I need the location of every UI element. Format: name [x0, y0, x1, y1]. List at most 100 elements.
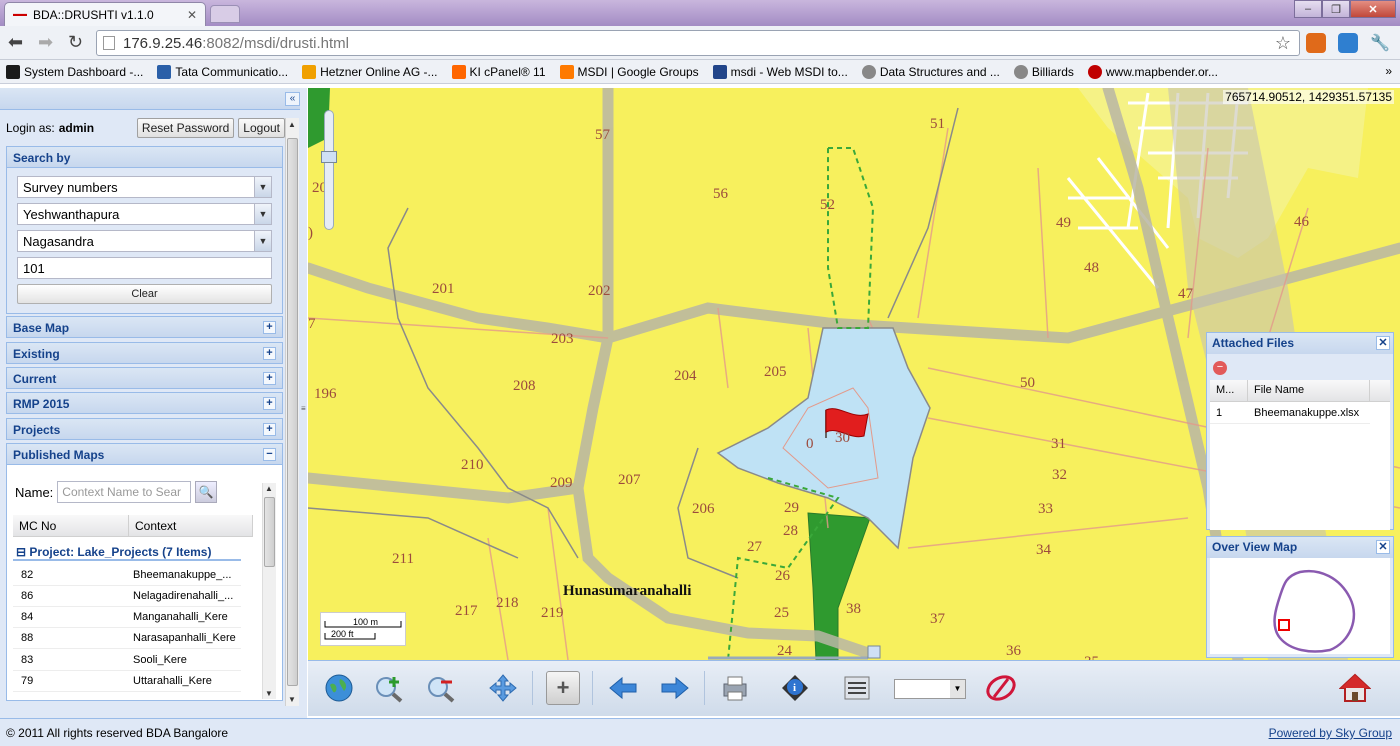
minimize-button[interactable]: –	[1294, 0, 1322, 18]
add-icon[interactable]: +	[546, 671, 580, 705]
clear-button[interactable]: Clear	[17, 284, 272, 304]
close-window-button[interactable]: ✕	[1350, 0, 1396, 18]
search-type-select[interactable]: Survey numbers ▼	[17, 176, 272, 198]
collapse-sidebar-button[interactable]: «	[285, 92, 300, 106]
parcel-label: 219	[541, 605, 564, 621]
bookmark-item[interactable]: Data Structures and ...	[861, 64, 1000, 79]
maximize-button[interactable]: ❐	[1322, 0, 1350, 18]
bookmark-item[interactable]: MSDI | Google Groups	[559, 64, 699, 79]
panel-rmp-2015[interactable]: RMP 2015 +	[6, 392, 283, 414]
browser-navbar: ⬅ ➡ ↻ 176.9.25.46:8082/msdi/drusti.html …	[0, 26, 1400, 60]
scroll-thumb[interactable]	[287, 138, 298, 686]
zoom-slider[interactable]	[321, 110, 337, 230]
chevron-down-icon[interactable]: ▼	[950, 680, 965, 698]
back-icon[interactable]: ⬅	[8, 33, 23, 51]
table-row[interactable]: 84 Manganahalli_Kere	[13, 607, 241, 628]
context-name-input[interactable]: Context Name to Sear	[57, 481, 192, 503]
bookmark-item[interactable]: www.mapbender.or...	[1087, 64, 1218, 79]
expand-icon[interactable]: +	[263, 423, 276, 436]
layer-list-icon[interactable]	[840, 671, 874, 705]
survey-number-input[interactable]: 101	[17, 257, 272, 279]
table-row[interactable]: 82 Bheemanakuppe_...	[13, 565, 241, 586]
grid-scrollbar[interactable]: ▲ ▼	[262, 483, 276, 699]
chevron-down-icon[interactable]: ▼	[254, 204, 271, 224]
sidebar-splitter[interactable]: ≡	[300, 88, 307, 718]
scroll-down-icon[interactable]: ▼	[265, 689, 273, 698]
scroll-up-icon[interactable]: ▲	[265, 484, 273, 493]
table-row[interactable]: 1 Bheemanakuppe.xlsx	[1210, 402, 1370, 424]
zoom-in-icon[interactable]	[372, 671, 406, 705]
browser-tab[interactable]: ▬▬ BDA::DRUSHTI v1.1.0 ✕	[4, 2, 206, 26]
info-icon[interactable]: i	[778, 671, 812, 705]
sidebar-scrollbar[interactable]: ▲ ▼	[285, 118, 299, 706]
globe-full-extent-icon[interactable]	[322, 671, 356, 705]
chevron-down-icon[interactable]: ▼	[254, 231, 271, 251]
expand-icon[interactable]: +	[263, 321, 276, 334]
col-m[interactable]: M...	[1210, 380, 1248, 401]
table-row[interactable]: 83 Sooli_Kere	[13, 650, 241, 671]
bookmark-item[interactable]: msdi - Web MSDI to...	[712, 64, 848, 79]
panel-current[interactable]: Current +	[6, 367, 283, 389]
taluk-select[interactable]: Yeshwanthapura ▼	[17, 203, 272, 225]
attached-files-title: Attached Files	[1212, 336, 1295, 350]
bookmark-item[interactable]: KI cPanel® 11	[451, 64, 546, 79]
col-context[interactable]: Context	[129, 515, 253, 536]
bookmarks-more-button[interactable]: »	[1385, 64, 1392, 78]
bookmark-item[interactable]: Hetzner Online AG -...	[302, 64, 438, 79]
logout-button[interactable]: Logout	[238, 118, 285, 138]
collapse-icon[interactable]: −	[263, 448, 276, 461]
bookmark-item[interactable]: Billiards	[1013, 64, 1074, 79]
parcel-label: 57	[595, 127, 611, 143]
scroll-down-icon[interactable]: ▼	[288, 695, 296, 704]
scroll-thumb[interactable]	[264, 497, 275, 567]
remove-file-icon[interactable]: −	[1213, 361, 1227, 375]
print-icon[interactable]	[718, 671, 752, 705]
parcel-label: 56	[713, 186, 729, 202]
forward-icon[interactable]: ➡	[38, 33, 53, 51]
pan-icon[interactable]	[486, 671, 520, 705]
panel-existing[interactable]: Existing +	[6, 342, 283, 364]
expand-icon[interactable]: +	[263, 397, 276, 410]
tab-close-icon[interactable]: ✕	[187, 8, 197, 22]
reload-icon[interactable]: ↻	[68, 33, 83, 51]
search-panel-header[interactable]: Search by	[6, 146, 283, 168]
previous-extent-icon[interactable]	[606, 671, 640, 705]
bookmark-item[interactable]: System Dashboard -...	[6, 64, 143, 79]
chevron-down-icon[interactable]: ▼	[254, 177, 271, 197]
close-icon[interactable]: ✕	[1376, 336, 1390, 350]
wrench-icon[interactable]: 🔧	[1370, 33, 1390, 53]
extension-icon[interactable]	[1306, 33, 1326, 53]
extension-arrow-icon[interactable]	[1338, 33, 1358, 53]
home-icon[interactable]	[1338, 671, 1372, 705]
col-mc-no[interactable]: MC No	[13, 515, 129, 536]
close-icon[interactable]: ✕	[1376, 540, 1390, 554]
expand-icon[interactable]: +	[263, 372, 276, 385]
parcel-label: 25	[774, 605, 789, 621]
reset-password-button[interactable]: Reset Password	[136, 118, 235, 138]
zoom-slider-handle[interactable]	[321, 151, 337, 163]
next-extent-icon[interactable]	[658, 671, 692, 705]
village-select[interactable]: Nagasandra ▼	[17, 230, 272, 252]
panel-projects[interactable]: Projects +	[6, 418, 283, 440]
table-row[interactable]: 86 Nelagadirenahalli_...	[13, 586, 241, 607]
table-row[interactable]: 79 Uttarahalli_Kere	[13, 671, 241, 692]
group-row[interactable]: ⊟ Project: Lake_Projects (7 Items)	[13, 543, 241, 561]
search-icon[interactable]: 🔍	[195, 481, 218, 503]
panel-base-map[interactable]: Base Map +	[6, 316, 283, 338]
zoom-out-icon[interactable]	[424, 671, 458, 705]
bookmark-item[interactable]: Tata Communicatio...	[157, 64, 288, 79]
scroll-up-icon[interactable]: ▲	[288, 120, 296, 129]
table-row[interactable]: 88 Narasapanhalli_Kere	[13, 628, 241, 649]
page-footer: © 2011 All rights reserved BDA Bangalore…	[0, 718, 1400, 746]
scale-select[interactable]: ▼	[894, 679, 966, 699]
powered-by-link[interactable]: Powered by Sky Group	[1269, 726, 1392, 740]
bookmark-icon	[861, 64, 876, 79]
overview-map[interactable]	[1210, 558, 1390, 654]
col-file-name[interactable]: File Name	[1248, 380, 1370, 401]
new-tab-button[interactable]	[210, 5, 240, 23]
parcel-label: 202	[588, 283, 611, 299]
logo-icon[interactable]	[984, 671, 1018, 705]
bookmark-star-icon[interactable]: ☆	[1275, 33, 1291, 54]
expand-icon[interactable]: +	[263, 347, 276, 360]
address-bar[interactable]: 176.9.25.46:8082/msdi/drusti.html ☆	[96, 30, 1300, 56]
